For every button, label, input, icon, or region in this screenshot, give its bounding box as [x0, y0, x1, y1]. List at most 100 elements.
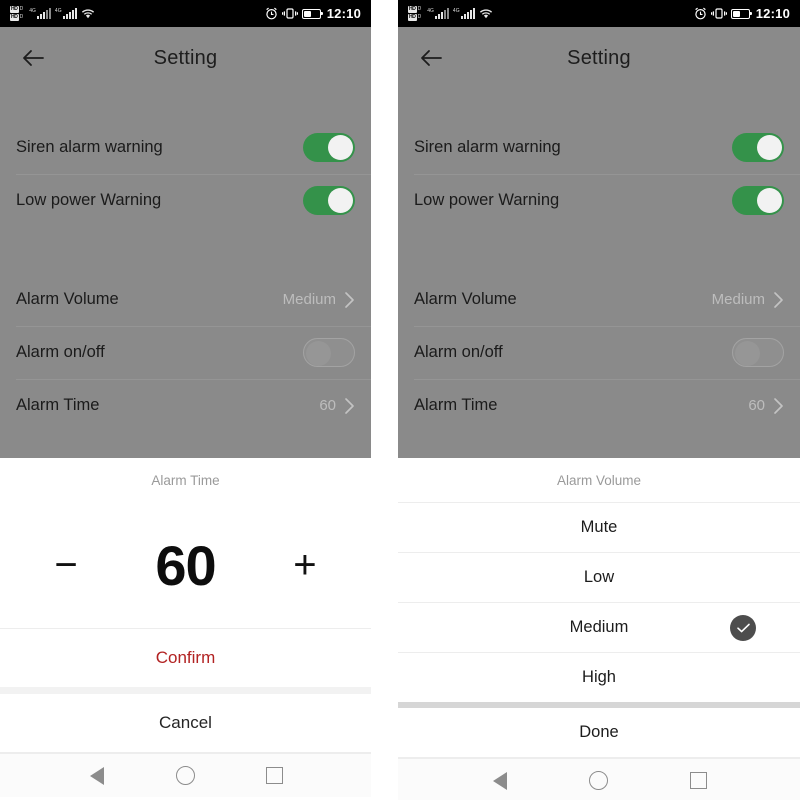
hd-sub-2: D — [417, 14, 422, 20]
status-bar-right: 12:10 — [694, 6, 790, 21]
signal-icon-sim1: 4G — [29, 8, 51, 19]
back-arrow-icon[interactable] — [16, 41, 50, 75]
toggle-alarm-on-off[interactable] — [732, 338, 784, 367]
row-label: Alarm Volume — [414, 290, 517, 308]
signal-bars-2 — [62, 8, 77, 19]
confirm-button[interactable]: Confirm — [0, 629, 371, 687]
alarm-volume-bottom-sheet: Alarm Volume Mute Low Medium High Done — [398, 458, 800, 758]
toggle-knob — [306, 341, 331, 366]
alarm-time-bottom-sheet: Alarm Time − 60 + Confirm Cancel — [0, 458, 371, 753]
hd-label-1: HD — [10, 6, 19, 13]
battery-icon — [730, 8, 753, 19]
hd-voice-icons: HD D HD D — [408, 6, 421, 21]
nav-home-icon[interactable] — [577, 771, 621, 790]
alarm-time-value: 60 — [155, 533, 216, 597]
setting-row-alarm-time[interactable]: Alarm Time 60 — [0, 379, 371, 432]
option-label: Low — [583, 568, 615, 586]
network-type-label-1: 4G — [29, 8, 36, 14]
setting-row-alarm-time[interactable]: Alarm Time 60 — [398, 379, 800, 432]
status-bar-clock: 12:10 — [326, 6, 361, 21]
row-label: Alarm Time — [16, 396, 100, 414]
nav-home-icon[interactable] — [164, 766, 208, 785]
signal-bars-1 — [434, 8, 449, 19]
vibrate-icon — [710, 7, 727, 20]
row-label: Siren alarm warning — [414, 138, 561, 156]
status-bar: HD D HD D 4G 4G 12:10 — [398, 0, 800, 27]
chevron-right-icon — [344, 397, 355, 415]
setting-row-alarm-volume[interactable]: Alarm Volume Medium — [398, 273, 800, 326]
divider — [398, 757, 800, 758]
option-low[interactable]: Low — [398, 553, 800, 602]
settings-list: Siren alarm warning Low power Warning Al… — [0, 89, 371, 458]
android-navigation-bar — [398, 758, 800, 800]
settings-list: Siren alarm warning Low power Warning Al… — [398, 89, 800, 458]
row-value: 60 — [319, 397, 336, 414]
row-right: 60 — [319, 397, 355, 415]
status-bar: HD D HD D 4G 4G 12:10 — [0, 0, 371, 27]
row-right: Medium — [712, 291, 784, 309]
hd-label-2: HD — [10, 14, 19, 21]
network-type-label-2: 4G — [54, 8, 62, 14]
toggle-alarm-on-off[interactable] — [303, 338, 355, 367]
phone-screen-alarm-time: HD D HD D 4G 4G 12:10 Setting Siren alar… — [0, 0, 371, 800]
phone-screen-alarm-volume: HD D HD D 4G 4G 12:10 Setting Siren alar… — [398, 0, 800, 800]
nav-recents-icon[interactable] — [253, 767, 297, 784]
setting-row-low-power-warning[interactable]: Low power Warning — [398, 174, 800, 227]
nav-back-icon[interactable] — [478, 771, 522, 790]
check-circle-icon — [730, 614, 756, 641]
setting-row-low-power-warning[interactable]: Low power Warning — [0, 174, 371, 227]
cancel-button[interactable]: Cancel — [0, 694, 371, 752]
signal-icon-sim2: 4G — [55, 8, 77, 19]
setting-row-siren-alarm-warning[interactable]: Siren alarm warning — [0, 121, 371, 174]
setting-row-siren-alarm-warning[interactable]: Siren alarm warning — [398, 121, 800, 174]
hd-badge-sim1: HD D — [10, 6, 23, 13]
decrement-button[interactable]: − — [44, 545, 88, 585]
hd-badge-sim2: HD D — [10, 14, 23, 21]
status-bar-left: HD D HD D 4G 4G — [408, 6, 493, 21]
chevron-right-icon — [773, 397, 784, 415]
alarm-time-stepper: − 60 + — [0, 502, 371, 628]
row-value: Medium — [282, 291, 336, 308]
row-label: Siren alarm warning — [16, 138, 163, 156]
setting-row-alarm-on-off[interactable]: Alarm on/off — [398, 326, 800, 379]
app-header: Setting — [398, 27, 800, 89]
list-mid-spacer — [0, 227, 371, 273]
alarm-clock-icon — [694, 7, 707, 20]
option-high[interactable]: High — [398, 653, 800, 702]
toggle-knob — [328, 135, 353, 160]
increment-button[interactable]: + — [283, 545, 327, 585]
toggle-low-power-warning[interactable] — [732, 186, 784, 215]
toggle-siren-alarm-warning[interactable] — [732, 133, 784, 162]
list-mid-spacer — [398, 227, 800, 273]
toggle-knob — [757, 188, 782, 213]
hd-badge-sim2: HD D — [408, 14, 421, 21]
option-label: Mute — [580, 518, 618, 536]
toggle-low-power-warning[interactable] — [303, 186, 355, 215]
status-bar-right: 12:10 — [265, 6, 361, 21]
wifi-icon — [479, 8, 493, 19]
row-value: 60 — [748, 397, 765, 414]
vibrate-icon — [281, 7, 298, 20]
toggle-siren-alarm-warning[interactable] — [303, 133, 355, 162]
signal-bars-2 — [460, 8, 475, 19]
status-bar-clock: 12:10 — [755, 6, 790, 21]
back-arrow-icon[interactable] — [414, 41, 448, 75]
nav-back-icon[interactable] — [75, 766, 119, 785]
setting-row-alarm-on-off[interactable]: Alarm on/off — [0, 326, 371, 379]
hd-voice-icons: HD D HD D — [10, 6, 23, 21]
hd-sub-1: D — [19, 6, 24, 12]
list-top-spacer — [0, 89, 371, 121]
hd-sub-2: D — [19, 14, 24, 20]
hd-badge-sim1: HD D — [408, 6, 421, 13]
hd-label-2: HD — [408, 14, 417, 21]
row-value: Medium — [711, 291, 765, 308]
option-mute[interactable]: Mute — [398, 503, 800, 552]
signal-bars-1 — [36, 8, 51, 19]
nav-recents-icon[interactable] — [676, 772, 720, 789]
toggle-knob — [735, 341, 760, 366]
option-medium[interactable]: Medium — [398, 603, 800, 652]
setting-row-alarm-volume[interactable]: Alarm Volume Medium — [0, 273, 371, 326]
done-button[interactable]: Done — [398, 708, 800, 757]
row-label: Low power Warning — [414, 191, 560, 209]
row-label: Low power Warning — [16, 191, 162, 209]
